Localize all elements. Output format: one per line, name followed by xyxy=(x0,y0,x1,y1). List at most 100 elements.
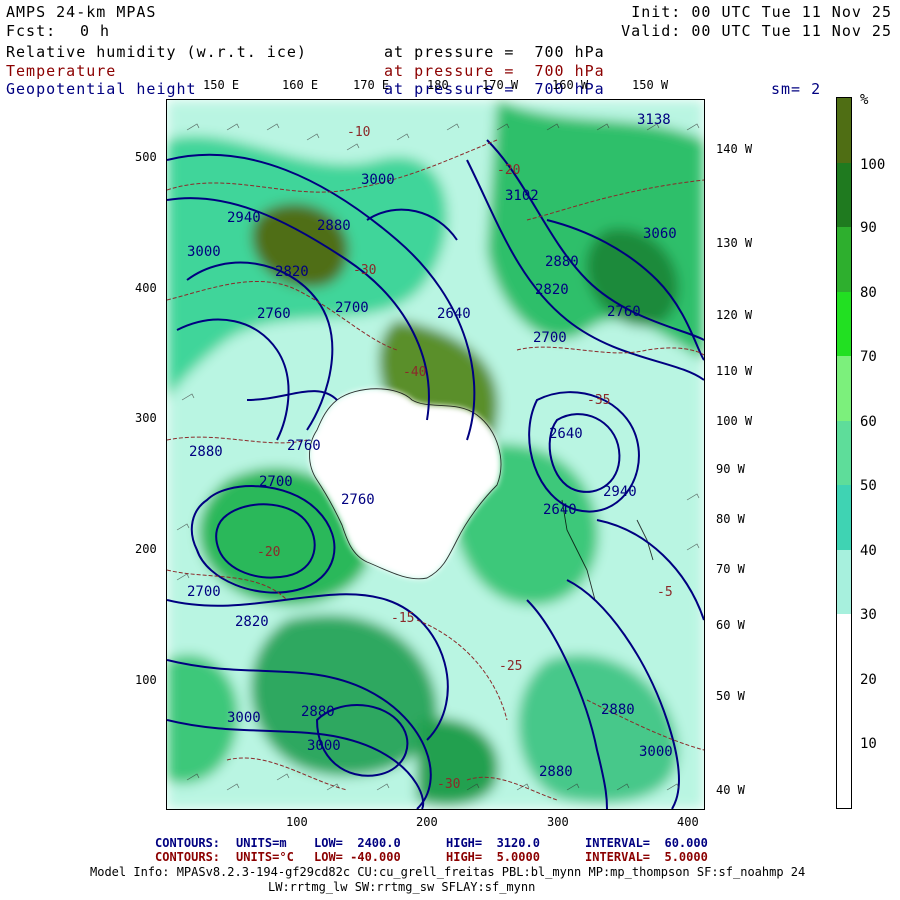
footer-height-units: UNITS=m xyxy=(236,836,287,850)
height-label: 2820 xyxy=(275,264,309,280)
lon-label-right: 140 W xyxy=(716,142,753,156)
x-grid-label: 300 xyxy=(547,815,569,829)
height-label: 3000 xyxy=(187,244,221,260)
colorbar-segment xyxy=(837,549,851,615)
height-label: 2880 xyxy=(545,254,579,270)
x-grid-label: 200 xyxy=(416,815,438,829)
height-label: 2820 xyxy=(235,614,269,630)
footer-temp-interval: INTERVAL= 5.0000 xyxy=(585,850,708,864)
footer-height-contours: CONTOURS: xyxy=(155,836,221,850)
height-label: 2760 xyxy=(341,492,375,508)
height-label: 2940 xyxy=(227,210,261,226)
colorbar-segment xyxy=(837,98,851,163)
colorbar-unit: % xyxy=(860,92,869,108)
colorbar-segment xyxy=(837,420,851,486)
height-label: 2700 xyxy=(533,330,567,346)
init-time: Init: 00 UTC Tue 11 Nov 25 xyxy=(631,3,892,21)
lon-label-top: 170 E xyxy=(353,78,390,92)
colorbar-segment xyxy=(837,291,851,357)
lon-label-right: 80 W xyxy=(716,512,745,526)
temperature-label: -5 xyxy=(657,585,673,600)
height-label: 2880 xyxy=(601,702,635,718)
height-label: 3000 xyxy=(361,172,395,188)
map-panel[interactable]: 3138 3102 3060 3000 2940 2880 2820 2760 … xyxy=(166,99,705,810)
colorbar-segment xyxy=(837,614,851,679)
field-name-temp: Temperature xyxy=(6,62,117,80)
colorbar-label: 30 xyxy=(860,607,877,623)
fcst-value: 0 h xyxy=(80,22,111,40)
colorbar-label: 50 xyxy=(860,478,877,494)
height-label: 2820 xyxy=(535,282,569,298)
temperature-label: -10 xyxy=(347,125,370,140)
fcst-label: Fcst: xyxy=(6,22,57,40)
lon-label-top: 170 W xyxy=(482,78,519,92)
x-grid-label: 400 xyxy=(677,815,699,829)
height-label: 2760 xyxy=(287,438,321,454)
footer-temp-contours: CONTOURS: xyxy=(155,850,221,864)
height-label: 2700 xyxy=(335,300,369,316)
y-grid-label: 200 xyxy=(135,542,157,556)
lon-label-top: 160 E xyxy=(282,78,319,92)
temperature-label: -20 xyxy=(497,163,520,178)
lon-label-top: 150 W xyxy=(632,78,669,92)
footer-temp-units: UNITS=°C xyxy=(236,850,294,864)
height-label: 2880 xyxy=(189,444,223,460)
height-label: 3138 xyxy=(637,112,671,128)
colorbar-label: 100 xyxy=(860,157,886,173)
height-label: 3000 xyxy=(307,738,341,754)
lon-label-top: 180 xyxy=(427,78,449,92)
colorbar xyxy=(836,97,852,809)
colorbar-label: 10 xyxy=(860,736,877,752)
height-label: 2760 xyxy=(607,304,641,320)
colorbar-label: 20 xyxy=(860,672,877,688)
field-name-height: Geopotential height xyxy=(6,80,197,98)
height-label: 2940 xyxy=(603,484,637,500)
lon-label-right: 90 W xyxy=(716,462,745,476)
map-graphic: 3138 3102 3060 3000 2940 2880 2820 2760 … xyxy=(167,100,704,809)
colorbar-label: 70 xyxy=(860,349,877,365)
height-label: 3060 xyxy=(643,226,677,242)
temperature-label: -15 xyxy=(391,611,414,626)
y-grid-label: 400 xyxy=(135,281,157,295)
x-grid-label: 100 xyxy=(286,815,308,829)
lon-label-right: 70 W xyxy=(716,562,745,576)
lon-label-right: 60 W xyxy=(716,618,745,632)
height-label: 2700 xyxy=(259,474,293,490)
y-grid-label: 100 xyxy=(135,673,157,687)
smoothing-label: sm= 2 xyxy=(771,80,822,98)
lon-label-right: 40 W xyxy=(716,783,745,797)
lon-label-top: 150 E xyxy=(203,78,240,92)
height-label: 2880 xyxy=(539,764,573,780)
lon-label-right: 50 W xyxy=(716,689,745,703)
height-label: 2880 xyxy=(317,218,351,234)
colorbar-segment xyxy=(837,743,851,808)
colorbar-label: 40 xyxy=(860,543,877,559)
footer-height-low: LOW= 2400.0 xyxy=(314,836,401,850)
lon-label-right: 130 W xyxy=(716,236,753,250)
colorbar-label: 80 xyxy=(860,285,877,301)
lon-label-right: 120 W xyxy=(716,308,753,322)
height-label: 3102 xyxy=(505,188,539,204)
footer-height-interval: INTERVAL= 60.000 xyxy=(585,836,708,850)
height-label: 2880 xyxy=(301,704,335,720)
colorbar-segment xyxy=(837,485,851,550)
colorbar-label: 60 xyxy=(860,414,877,430)
colorbar-label: 90 xyxy=(860,220,877,236)
height-label: 2760 xyxy=(257,306,291,322)
height-label: 2700 xyxy=(187,584,221,600)
y-grid-label: 300 xyxy=(135,411,157,425)
lon-label-right: 110 W xyxy=(716,364,753,378)
temperature-label: -20 xyxy=(257,545,280,560)
lon-label-right: 100 W xyxy=(716,414,753,428)
footer-temp-high: HIGH= 5.0000 xyxy=(446,850,540,864)
temperature-label: -25 xyxy=(499,659,522,674)
field-name-rh: Relative humidity (w.r.t. ice) xyxy=(6,43,307,61)
temperature-label: -35 xyxy=(587,393,610,408)
valid-time: Valid: 00 UTC Tue 11 Nov 25 xyxy=(621,22,892,40)
colorbar-segment xyxy=(837,227,851,292)
height-label: 3000 xyxy=(227,710,261,726)
temperature-label: -40 xyxy=(403,365,426,380)
colorbar-segment xyxy=(837,678,851,744)
footer-height-high: HIGH= 3120.0 xyxy=(446,836,540,850)
model-info-2: LW:rrtmg_lw SW:rrtmg_sw SFLAY:sf_mynn xyxy=(268,880,536,894)
